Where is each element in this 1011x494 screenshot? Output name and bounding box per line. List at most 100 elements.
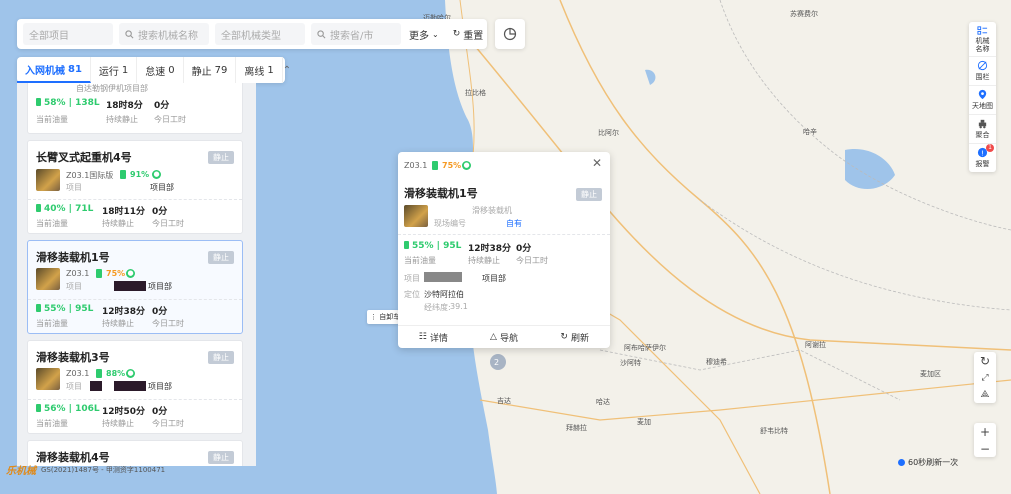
map-label: 比阿尔 bbox=[598, 129, 619, 137]
status-badge: 静止 bbox=[208, 451, 234, 464]
map-label: 哈辛 bbox=[803, 128, 817, 136]
duration-value: 18时8分 bbox=[106, 101, 143, 111]
machine-card[interactable]: 长臂叉式起重机4号 静止 Z03.1国际版 91% ● 项目 项目部 40% |… bbox=[27, 140, 243, 234]
map-label: 吉达 bbox=[497, 397, 511, 405]
reset-view-button[interactable]: ↻ bbox=[974, 352, 996, 369]
device-model: Z03.1 bbox=[66, 369, 90, 378]
project-name: 项目部 bbox=[148, 382, 172, 391]
battery-icon bbox=[120, 170, 126, 179]
tab-offline[interactable]: 离线 1 bbox=[236, 57, 283, 83]
card-divider bbox=[28, 399, 242, 400]
close-icon[interactable]: ✕ bbox=[592, 156, 602, 170]
machine-card[interactable]: 滑移装载机4号 静止 bbox=[27, 440, 243, 466]
zoom-out-button[interactable]: − bbox=[974, 440, 996, 457]
alarm-badge: 1 bbox=[986, 144, 994, 152]
online-icon: ● bbox=[126, 269, 135, 278]
refresh-button[interactable]: ↻ 刷新 bbox=[539, 326, 610, 348]
status-badge: 静止 bbox=[208, 251, 234, 264]
battery-fuel: 55% | 95L bbox=[404, 241, 461, 251]
map-layer-toggle[interactable]: 天地图 bbox=[969, 86, 996, 115]
machine-name-toggle[interactable]: 机械名称 bbox=[969, 22, 996, 57]
chart-button[interactable] bbox=[495, 19, 525, 49]
popup-actions: ☷ 详情 △ 导航 ↻ 刷新 bbox=[398, 325, 610, 348]
machine-card-selected[interactable]: 滑移装载机1号 静止 Z03.1 75% ● 项目 项目部 55% | 95L … bbox=[27, 240, 243, 334]
map-label: 舒韦比特 bbox=[760, 427, 788, 435]
latlng-label: 经纬度: bbox=[424, 303, 451, 312]
fullscreen-button[interactable]: ⤢ bbox=[974, 369, 996, 386]
province-search[interactable]: 搜索省/市 bbox=[311, 23, 401, 45]
work-hours-label: 今日工时 bbox=[152, 219, 184, 228]
location-label: 定位 bbox=[404, 290, 420, 299]
more-label: 更多 bbox=[409, 30, 429, 42]
fuel-label: 当前油量 bbox=[36, 319, 68, 328]
project-select-placeholder: 全部项目 bbox=[29, 30, 69, 42]
svg-text:2: 2 bbox=[494, 358, 499, 367]
device-battery: 91% bbox=[130, 170, 150, 179]
device-battery: 75% bbox=[106, 269, 126, 278]
duration-value: 12时50分 bbox=[102, 407, 146, 417]
plus-icon: + bbox=[979, 424, 991, 439]
detail-button[interactable]: ☷ 详情 bbox=[398, 326, 469, 348]
fence-icon bbox=[977, 60, 988, 71]
fence-toggle[interactable]: 围栏 bbox=[969, 57, 996, 86]
tab-count: 0 bbox=[168, 64, 175, 76]
navigate-icon: △ bbox=[490, 332, 497, 342]
toolbar-label: 聚合 bbox=[975, 131, 990, 139]
detail-label: 详情 bbox=[429, 333, 448, 344]
map-copyright: GS(2021)1487号 - 甲测资字1100471 bbox=[41, 466, 166, 474]
reset-button[interactable]: ↻ 重置 bbox=[453, 27, 484, 42]
machine-list[interactable]: 自达勒钢伊机项目部 58% | 138L 18时8分 0分 当前油量 持续静止 … bbox=[17, 83, 256, 466]
fuel-label: 当前油量 bbox=[36, 419, 68, 428]
fuel-label: 当前油量 bbox=[36, 219, 68, 228]
cluster-toggle[interactable]: 聚合 bbox=[969, 115, 996, 144]
map-label: 苏赛费尔 bbox=[790, 10, 818, 18]
tab-label: 入网机械 bbox=[25, 65, 65, 77]
tab-running[interactable]: 运行 1 bbox=[91, 57, 138, 83]
machine-name-search[interactable]: 搜索机械名称 bbox=[119, 23, 209, 45]
battery-fuel: 58% | 138L bbox=[36, 98, 100, 108]
navigate-button[interactable]: △ 导航 bbox=[469, 326, 540, 348]
machine-type-select[interactable]: 全部机械类型 bbox=[215, 23, 305, 45]
duration-label: 持续静止 bbox=[102, 219, 134, 228]
work-hours-value: 0分 bbox=[154, 101, 170, 111]
machine-card[interactable]: 自达勒钢伊机项目部 58% | 138L 18时8分 0分 当前油量 持续静止 … bbox=[27, 83, 243, 134]
work-hours-value: 0分 bbox=[516, 244, 532, 254]
tab-idle[interactable]: 怠速 0 bbox=[137, 57, 184, 83]
location-value: 沙特阿拉伯 bbox=[424, 290, 464, 299]
machine-title: 滑移装载机1号 bbox=[36, 251, 110, 264]
autodump-toggle[interactable]: ⋮ 自卸车 bbox=[367, 310, 399, 324]
detail-icon: ☷ bbox=[418, 332, 427, 342]
zoom-controls: + − bbox=[974, 423, 996, 457]
project-select[interactable]: 全部项目 bbox=[23, 23, 113, 45]
brand-logo: 乐机械 bbox=[6, 466, 36, 477]
status-badge: 静止 bbox=[208, 151, 234, 164]
device-battery: 88% bbox=[106, 369, 126, 378]
collapse-button[interactable]: ⌃ bbox=[283, 57, 291, 83]
tab-label: 离线 bbox=[244, 66, 265, 78]
work-hours-value: 0分 bbox=[152, 407, 168, 417]
battery-fuel: 56% | 106L bbox=[36, 404, 100, 414]
alarm-toggle[interactable]: ! 1 报警 bbox=[969, 144, 996, 172]
machine-card[interactable]: 滑移装载机3号 静止 Z03.1 88% ● 项目 项目部 56% | 106L… bbox=[27, 340, 243, 434]
list-icon bbox=[977, 26, 988, 35]
toolbar-label: 天地图 bbox=[972, 102, 993, 110]
measure-button[interactable]: ⟁ bbox=[974, 386, 996, 403]
tab-label: 怠速 bbox=[145, 66, 166, 78]
map-label: 穆迪希 bbox=[706, 358, 727, 366]
work-hours-label: 今日工时 bbox=[516, 256, 548, 265]
tab-network[interactable]: 入网机械 81 bbox=[17, 57, 91, 83]
status-badge: 静止 bbox=[576, 188, 602, 201]
more-filters-button[interactable]: 更多 ⌄ bbox=[409, 27, 439, 42]
minus-icon: − bbox=[979, 441, 991, 456]
refresh-label: 刷新 bbox=[570, 333, 589, 344]
card-divider bbox=[28, 199, 242, 200]
machine-thumbnail bbox=[36, 169, 60, 191]
chevron-up-icon: ⌃ bbox=[282, 64, 292, 76]
project-label: 项目 bbox=[66, 183, 82, 192]
tab-stopped[interactable]: 静止 79 bbox=[184, 57, 237, 83]
online-icon: ● bbox=[126, 369, 135, 378]
autodump-label: 自卸车 bbox=[379, 313, 399, 321]
zoom-in-button[interactable]: + bbox=[974, 423, 996, 440]
right-toolbar: 机械名称 围栏 天地图 聚合 ! 1 报警 bbox=[969, 22, 996, 172]
machine-info-popup: Z03.1 75% ● ✕ 滑移装载机1号 静止 滑移装载机 现场编号 自有 5… bbox=[398, 152, 610, 348]
